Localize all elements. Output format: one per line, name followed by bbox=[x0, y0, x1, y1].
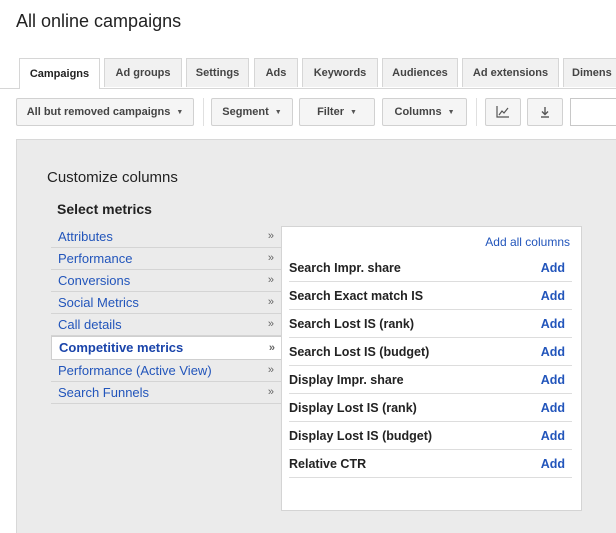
category-label: Conversions bbox=[58, 273, 131, 288]
segment-label: Segment bbox=[222, 106, 269, 118]
category-social-metrics[interactable]: Social Metrics » bbox=[51, 292, 282, 314]
download-icon bbox=[539, 106, 551, 118]
category-call-details[interactable]: Call details » bbox=[51, 314, 282, 336]
metric-row: Search Impr. share Add bbox=[289, 254, 572, 282]
tab-ad-extensions[interactable]: Ad extensions bbox=[462, 58, 559, 87]
metric-name: Display Impr. share bbox=[289, 372, 404, 387]
add-all-columns-link[interactable]: Add all columns bbox=[485, 235, 570, 249]
caret-down-icon: ▼ bbox=[447, 108, 455, 116]
add-metric-link[interactable]: Add bbox=[541, 429, 565, 443]
add-metric-link[interactable]: Add bbox=[541, 261, 565, 275]
customize-columns-title: Customize columns bbox=[47, 169, 178, 186]
select-metrics-heading: Select metrics bbox=[57, 201, 152, 217]
category-label: Call details bbox=[58, 317, 122, 332]
chevron-right-icon: » bbox=[267, 318, 274, 330]
category-label: Competitive metrics bbox=[59, 340, 184, 355]
category-label: Attributes bbox=[58, 229, 113, 244]
metric-name: Relative CTR bbox=[289, 456, 367, 471]
filter-dropdown[interactable]: Filter ▼ bbox=[299, 98, 375, 126]
metric-row: Search Lost IS (budget) Add bbox=[289, 338, 572, 366]
metric-row: Display Lost IS (budget) Add bbox=[289, 422, 572, 450]
category-performance[interactable]: Performance » bbox=[51, 248, 282, 270]
chevron-right-icon: » bbox=[267, 386, 274, 398]
add-metric-link[interactable]: Add bbox=[541, 401, 565, 415]
category-label: Performance bbox=[58, 251, 133, 266]
chevron-right-icon: » bbox=[267, 364, 274, 376]
metric-name: Search Lost IS (rank) bbox=[289, 316, 415, 331]
toolbar-divider bbox=[476, 98, 477, 126]
columns-label: Columns bbox=[394, 106, 442, 118]
tab-bar: Campaigns Ad groups Settings Ads Keyword… bbox=[0, 58, 616, 89]
tab-audiences[interactable]: Audiences bbox=[382, 58, 458, 87]
download-button[interactable] bbox=[527, 98, 563, 126]
category-attributes[interactable]: Attributes » bbox=[51, 226, 282, 248]
tab-ads[interactable]: Ads bbox=[254, 58, 298, 87]
metric-row: Relative CTR Add bbox=[289, 450, 572, 478]
metric-name: Search Lost IS (budget) bbox=[289, 344, 430, 359]
category-conversions[interactable]: Conversions » bbox=[51, 270, 282, 292]
tab-campaigns[interactable]: Campaigns bbox=[19, 58, 100, 89]
metric-name: Display Lost IS (rank) bbox=[289, 400, 417, 415]
chevron-right-icon: » bbox=[267, 252, 274, 264]
campaign-filter-dropdown[interactable]: All but removed campaigns ▼ bbox=[16, 98, 194, 126]
metric-row: Search Lost IS (rank) Add bbox=[289, 310, 572, 338]
metric-row: Search Exact match IS Add bbox=[289, 282, 572, 310]
add-metric-link[interactable]: Add bbox=[541, 289, 565, 303]
category-label: Performance (Active View) bbox=[58, 363, 212, 378]
add-metric-link[interactable]: Add bbox=[541, 317, 565, 331]
add-metric-link[interactable]: Add bbox=[541, 457, 565, 471]
page-title: All online campaigns bbox=[16, 11, 182, 31]
category-label: Search Funnels bbox=[58, 385, 150, 400]
chevron-right-icon: » bbox=[267, 274, 274, 286]
metric-name: Display Lost IS (budget) bbox=[289, 428, 433, 443]
toolbar-divider bbox=[203, 98, 204, 126]
category-label: Social Metrics bbox=[58, 295, 139, 310]
metric-name: Search Exact match IS bbox=[289, 288, 424, 303]
metric-name: Search Impr. share bbox=[289, 260, 401, 275]
tab-ad-groups[interactable]: Ad groups bbox=[104, 58, 182, 87]
tab-keywords[interactable]: Keywords bbox=[302, 58, 378, 87]
metrics-list-panel: Add all columns Search Impr. share Add Se… bbox=[281, 226, 582, 511]
columns-dropdown[interactable]: Columns ▼ bbox=[382, 98, 467, 126]
category-performance-active-view[interactable]: Performance (Active View) » bbox=[51, 360, 282, 382]
add-metric-link[interactable]: Add bbox=[541, 373, 565, 387]
chevron-right-icon: » bbox=[267, 296, 274, 308]
caret-down-icon: ▼ bbox=[274, 108, 282, 116]
category-competitive-metrics[interactable]: Competitive metrics » bbox=[51, 336, 283, 360]
campaign-filter-label: All but removed campaigns bbox=[26, 106, 171, 118]
tab-dimensions[interactable]: Dimens bbox=[563, 58, 616, 87]
line-chart-icon bbox=[496, 106, 510, 118]
search-input[interactable] bbox=[570, 98, 616, 126]
metric-row: Display Lost IS (rank) Add bbox=[289, 394, 572, 422]
segment-dropdown[interactable]: Segment ▼ bbox=[211, 98, 293, 126]
chart-button[interactable] bbox=[485, 98, 521, 126]
tab-settings[interactable]: Settings bbox=[186, 58, 249, 87]
add-metric-link[interactable]: Add bbox=[541, 345, 565, 359]
category-search-funnels[interactable]: Search Funnels » bbox=[51, 382, 282, 404]
filter-label: Filter bbox=[317, 106, 344, 118]
metric-category-list: Attributes » Performance » Conversions » So… bbox=[51, 226, 283, 404]
caret-down-icon: ▼ bbox=[349, 108, 357, 116]
chevron-right-icon: » bbox=[267, 230, 274, 242]
chevron-right-icon: » bbox=[268, 342, 275, 354]
metric-row: Display Impr. share Add bbox=[289, 366, 572, 394]
caret-down-icon: ▼ bbox=[176, 108, 184, 116]
